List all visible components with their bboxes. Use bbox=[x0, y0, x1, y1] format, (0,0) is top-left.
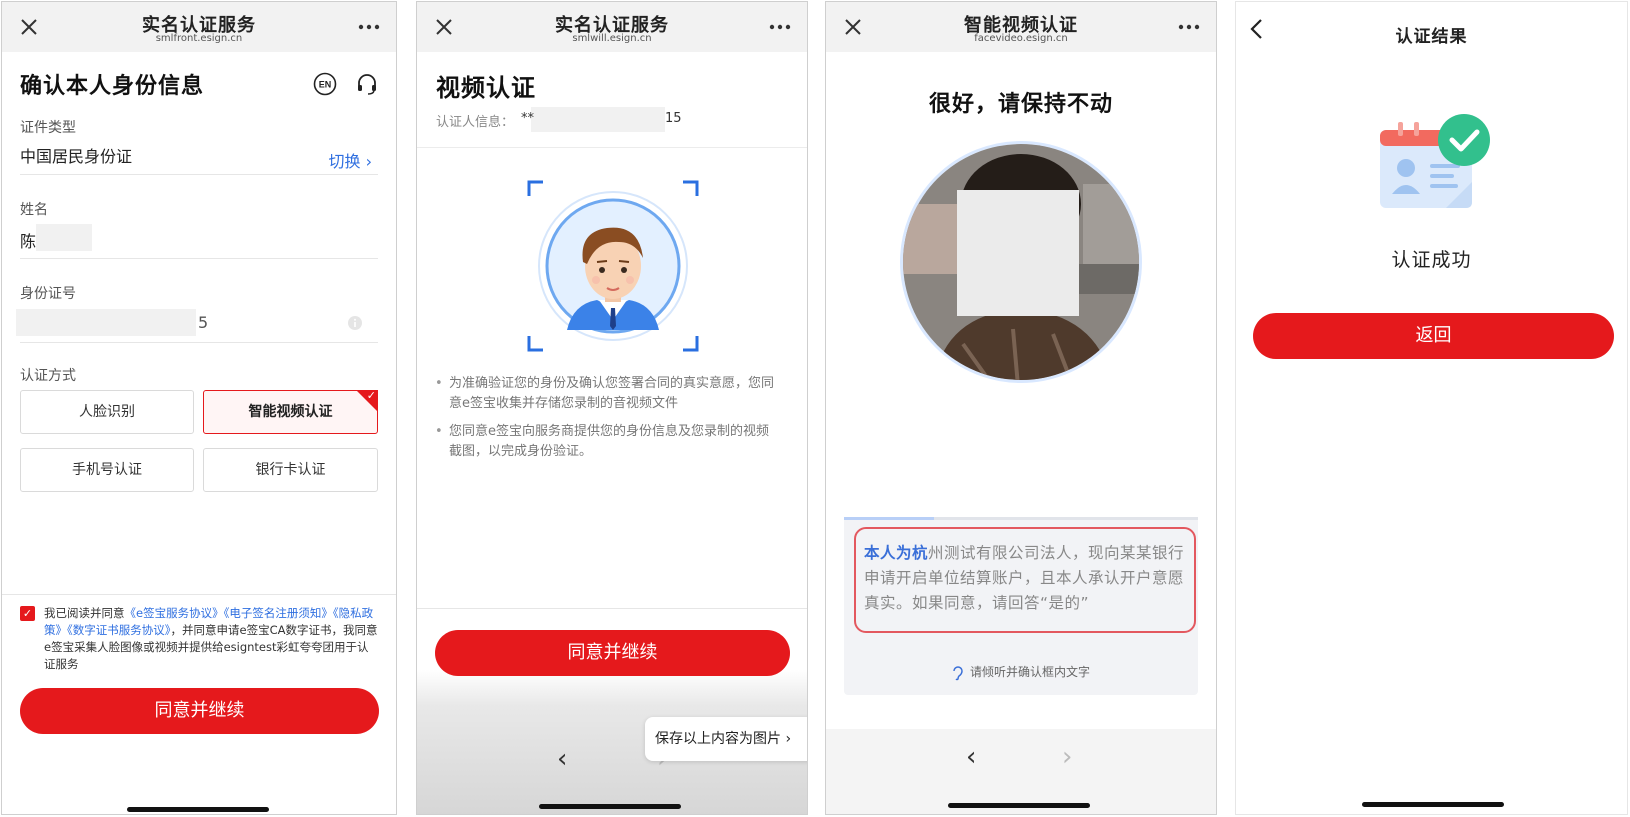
auth-option-phone[interactable]: 手机号认证 bbox=[20, 448, 194, 492]
redaction-mask bbox=[531, 107, 665, 132]
forward-icon[interactable]: › bbox=[1062, 742, 1072, 772]
camera-preview bbox=[900, 141, 1142, 383]
result-text: 认证成功 bbox=[1391, 249, 1472, 271]
chevron-right-icon: › bbox=[785, 731, 792, 747]
agreement-prefix: 我已阅读并同意 bbox=[44, 606, 125, 620]
return-button[interactable]: 返回 bbox=[1253, 313, 1614, 359]
id-number-field[interactable]: 5 bbox=[198, 313, 208, 332]
back-icon[interactable]: ‹ bbox=[557, 744, 567, 774]
notice-bullet: 您同意e签宝向服务商提供您的身份信息及您录制的视频截图，以完成身份验证。 bbox=[435, 422, 775, 462]
back-icon[interactable]: ‹ bbox=[966, 742, 976, 772]
page-title: 确认本人身份信息 bbox=[20, 74, 205, 99]
redaction-mask bbox=[36, 224, 92, 251]
headset-icon[interactable] bbox=[355, 72, 379, 96]
id-number-label: 身份证号 bbox=[20, 286, 76, 302]
ear-icon bbox=[953, 665, 963, 680]
read-aloud-panel: 本人为杭州测试有限公司法人，现向某某银行申请开启单位结算账户，且本人承认开户意愿… bbox=[844, 517, 1198, 695]
save-as-image-label: 保存以上内容为图片 bbox=[655, 731, 781, 747]
info-icon[interactable] bbox=[347, 315, 363, 331]
auth-option-face[interactable]: 人脸识别 bbox=[20, 390, 194, 434]
divider bbox=[20, 342, 378, 343]
hold-still-hint: 很好，请保持不动 bbox=[928, 92, 1113, 117]
switch-label: 切换 bbox=[328, 152, 361, 171]
divider bbox=[2, 594, 396, 595]
face-avatar-illustration bbox=[527, 180, 699, 352]
progress-bar-fill bbox=[844, 517, 934, 520]
nav-bar: 智能视频认证 facevideo.esign.cn bbox=[826, 2, 1216, 52]
more-icon[interactable] bbox=[354, 14, 384, 40]
more-icon[interactable] bbox=[765, 14, 795, 40]
nav-bar: 实名认证服务 smlfront.esign.cn bbox=[2, 2, 396, 52]
listen-hint-label: 请倾听并确认框内文字 bbox=[969, 665, 1090, 679]
auth-option-label: 智能视频认证 bbox=[248, 404, 333, 420]
cert-type-label: 证件类型 bbox=[20, 120, 76, 136]
screen-auth-result: 认证结果 认证成功 返回 bbox=[1235, 1, 1628, 815]
progress-bar-track bbox=[934, 517, 1198, 520]
redaction-mask bbox=[16, 309, 196, 336]
auth-option-video[interactable]: 智能视频认证 ✓ bbox=[203, 389, 378, 434]
cert-type-value: 中国居民身份证 bbox=[20, 147, 133, 166]
screen-video-auth-intro: 实名认证服务 smlwill.esign.cn 视频认证 认证人信息： ** 1… bbox=[416, 1, 808, 815]
screen-identity-confirm: 实名认证服务 smlfront.esign.cn 确认本人身份信息 EN 证件类… bbox=[1, 1, 397, 815]
en-language-icon[interactable]: EN bbox=[313, 72, 337, 96]
nav-bar: 实名认证服务 smlwill.esign.cn bbox=[417, 2, 807, 52]
page-title: 视频认证 bbox=[436, 74, 536, 102]
info-value-tail: 15 bbox=[665, 111, 682, 126]
listen-hint: 请倾听并确认框内文字 bbox=[844, 663, 1198, 681]
link-certificate-agreement[interactable]: 《数字证书服务协议》 bbox=[67, 623, 171, 637]
read-aloud-text-box: 本人为杭州测试有限公司法人，现向某某银行申请开启单位结算账户，且本人承认开户意愿… bbox=[854, 527, 1196, 633]
link-registration-notice[interactable]: 《电子签名注册须知》 bbox=[224, 606, 333, 620]
agreement-text: 我已阅读并同意《e签宝服务协议》《电子签名注册须知》《隐私政策》《数字证书服务协… bbox=[44, 605, 379, 673]
nav-domain: smlfront.esign.cn bbox=[155, 33, 243, 44]
divider bbox=[417, 147, 807, 148]
nav-domain: facevideo.esign.cn bbox=[974, 33, 1068, 44]
info-value: ** bbox=[521, 111, 534, 126]
nav-domain: smlwill.esign.cn bbox=[572, 33, 652, 44]
chevron-right-icon: › bbox=[365, 152, 372, 171]
home-indicator bbox=[127, 807, 269, 812]
agree-continue-button[interactable]: 同意并继续 bbox=[435, 630, 790, 676]
home-indicator bbox=[948, 803, 1090, 808]
more-icon[interactable] bbox=[1174, 14, 1204, 40]
cert-type-switch-link[interactable]: 切换 › bbox=[328, 148, 372, 172]
name-label: 姓名 bbox=[20, 202, 48, 218]
save-as-image-button[interactable]: 保存以上内容为图片 › bbox=[645, 717, 807, 761]
home-indicator bbox=[539, 804, 681, 809]
id-card-success-icon bbox=[1380, 114, 1490, 208]
divider bbox=[20, 258, 378, 259]
screen-video-recording: 智能视频认证 facevideo.esign.cn 很好，请保持不动 本人为杭州… bbox=[825, 1, 1217, 815]
auth-option-bankcard[interactable]: 银行卡认证 bbox=[203, 448, 378, 492]
check-icon: ✓ bbox=[366, 389, 376, 402]
notice-bullet: 为准确验证您的身份及确认您签署合同的真实意愿，您同意e签宝收集并存储您录制的音视… bbox=[435, 374, 775, 414]
checkbox-checked-icon[interactable]: ✓ bbox=[20, 606, 35, 621]
auth-method-label: 认证方式 bbox=[20, 368, 76, 384]
divider bbox=[20, 174, 378, 175]
name-field[interactable]: 陈 bbox=[20, 228, 36, 252]
divider bbox=[417, 608, 807, 609]
camera-feed-image bbox=[903, 144, 1139, 380]
home-indicator bbox=[1362, 802, 1504, 807]
agree-continue-button[interactable]: 同意并继续 bbox=[20, 688, 379, 734]
link-service-agreement[interactable]: 《e签宝服务协议》 bbox=[125, 606, 224, 620]
info-label: 认证人信息： bbox=[436, 115, 515, 130]
svg-text:EN: EN bbox=[319, 80, 332, 90]
page-title: 认证结果 bbox=[1395, 27, 1468, 47]
read-text-spoken: 本人为杭 bbox=[864, 544, 929, 562]
